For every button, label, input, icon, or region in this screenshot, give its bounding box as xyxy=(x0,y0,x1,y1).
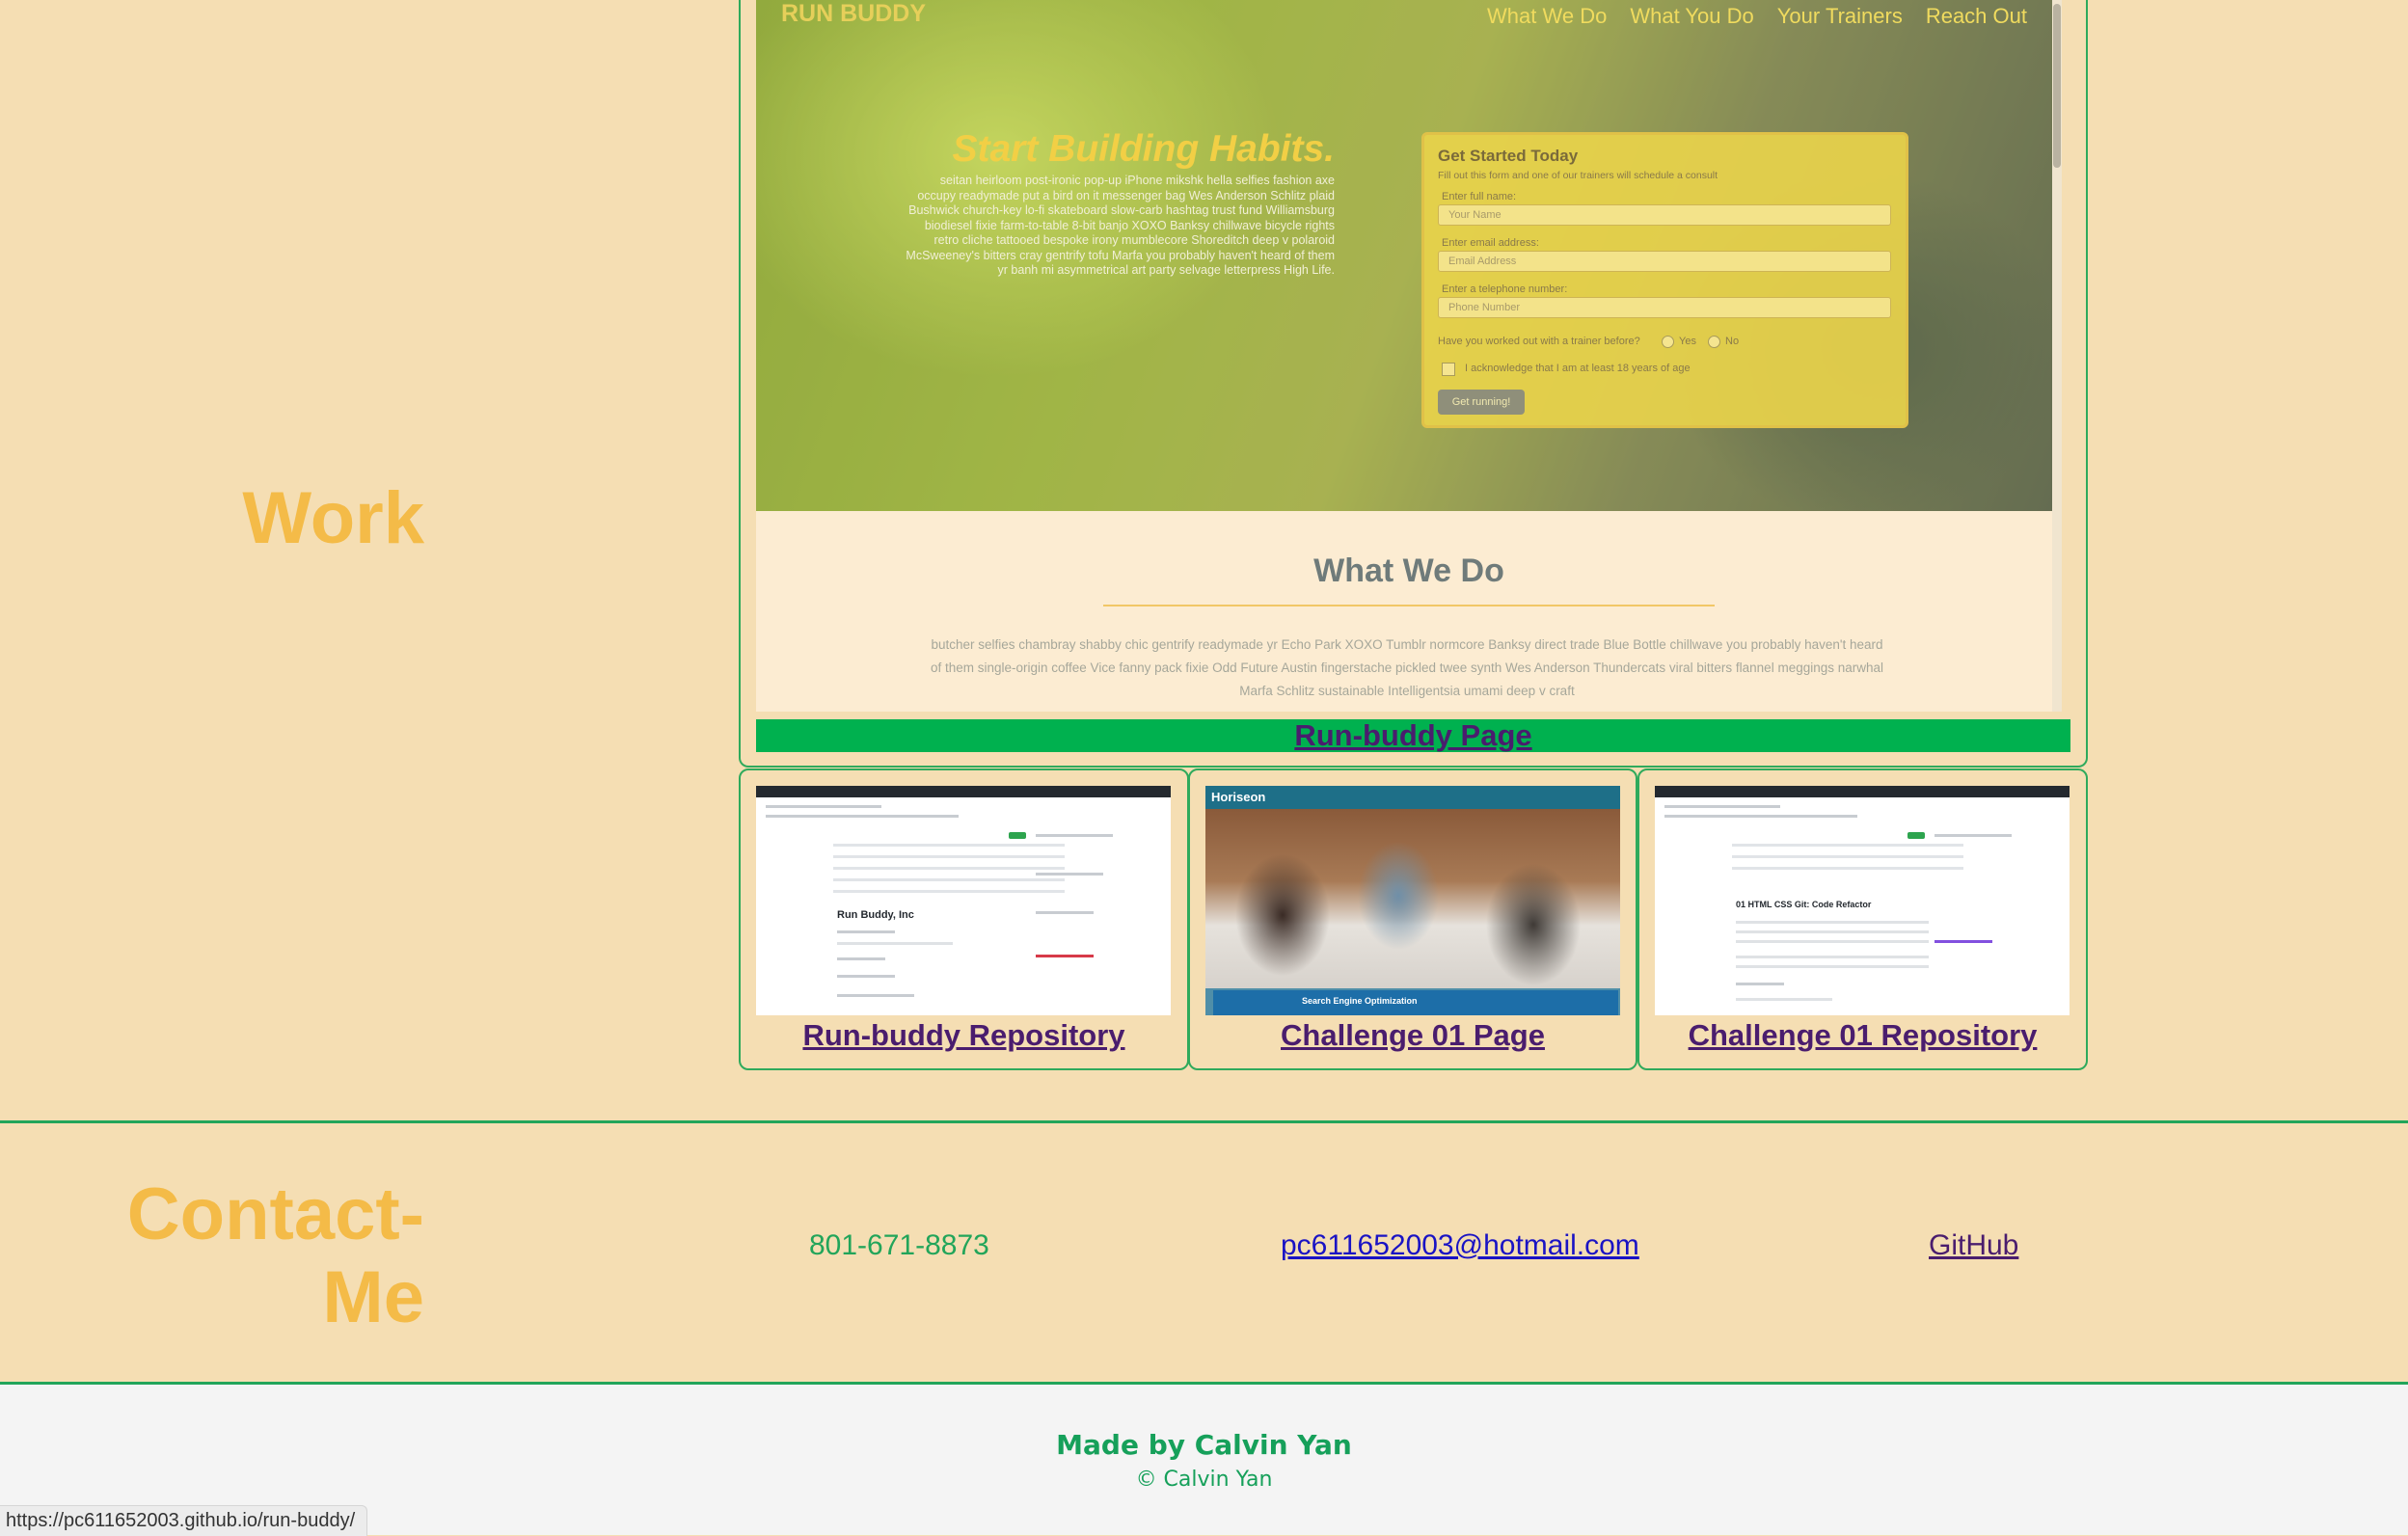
trainer-question: Have you worked out with a trainer befor… xyxy=(1438,336,1640,347)
site-logo[interactable]: RUN BUDDY xyxy=(781,0,926,28)
nav-item-your-trainers[interactable]: Your Trainers xyxy=(1777,4,1903,29)
form-subtitle: Fill out this form and one of our traine… xyxy=(1438,170,1718,181)
age-acknowledge-label: I acknowledge that I am at least 18 year… xyxy=(1465,363,1691,374)
run-buddy-page-link[interactable]: Run-buddy Page xyxy=(756,719,2070,752)
copyright-text: © Calvin Yan xyxy=(1135,1468,1273,1492)
radio-no-label: No xyxy=(1725,336,1740,347)
project-card-run-buddy: RUN BUDDY What We Do What You Do Your Tr… xyxy=(739,0,2088,768)
repo1-readme-title: Run Buddy, Inc xyxy=(837,909,914,921)
hero-title: Start Building Habits. xyxy=(952,128,1335,170)
email-label: Enter email address: xyxy=(1442,237,1539,249)
nav-item-what-we-do[interactable]: What We Do xyxy=(1487,4,1607,29)
run-buddy-preview[interactable]: RUN BUDDY What We Do What You Do Your Tr… xyxy=(756,0,2062,712)
age-checkbox[interactable] xyxy=(1442,363,1455,376)
contact-section: Contact-Me 801-671-8873 pc611652003@hotm… xyxy=(0,1120,2408,1385)
radio-yes-label: Yes xyxy=(1679,336,1696,347)
site-nav: What We Do What You Do Your Trainers Rea… xyxy=(1487,4,2027,29)
run-buddy-page-link-bar: Run-buddy Page xyxy=(756,719,2070,752)
nav-item-reach-out[interactable]: Reach Out xyxy=(1926,4,2027,29)
made-by-text: Made by Calvin Yan xyxy=(1056,1429,1352,1461)
seo-banner: Search Engine Optimization xyxy=(1302,996,1418,1006)
contact-heading: Contact-Me xyxy=(126,1173,424,1338)
name-input[interactable]: Your Name xyxy=(1438,204,1891,226)
challenge01-page-link[interactable]: Challenge 01 Page xyxy=(1190,1018,1636,1053)
hero-image: RUN BUDDY What We Do What You Do Your Tr… xyxy=(756,0,2062,511)
work-heading: Work xyxy=(242,477,424,559)
phone-input[interactable]: Phone Number xyxy=(1438,297,1891,318)
email-link[interactable]: pc611652003@hotmail.com xyxy=(1281,1229,1639,1262)
run-buddy-repo-thumbnail[interactable]: Run Buddy, Inc xyxy=(756,786,1171,1015)
repo2-readme-title: 01 HTML CSS Git: Code Refactor xyxy=(1736,900,1872,909)
challenge01-page-thumbnail[interactable]: Horiseon Search Engine Optimization xyxy=(1205,786,1620,1015)
email-input[interactable]: Email Address xyxy=(1438,251,1891,272)
section-divider xyxy=(1103,605,1715,606)
radio-yes[interactable] xyxy=(1662,336,1674,348)
name-label: Enter full name: xyxy=(1442,191,1517,202)
phone-number: 801-671-8873 xyxy=(809,1229,989,1261)
work-section: Work RUN BUDDY What We Do What You Do Yo… xyxy=(0,0,2408,1120)
github-link[interactable]: GitHub xyxy=(1929,1229,2018,1262)
preview-scrollbar[interactable] xyxy=(2052,0,2062,712)
team-photo xyxy=(1205,809,1620,988)
preview-scroll-thumb[interactable] xyxy=(2053,4,2061,168)
challenge01-repo-thumbnail[interactable]: 01 HTML CSS Git: Code Refactor xyxy=(1655,786,2070,1015)
hero-text: seitan heirloom post-ironic pop-up iPhon… xyxy=(906,174,1335,277)
run-buddy-repository-link[interactable]: Run-buddy Repository xyxy=(741,1018,1187,1053)
phone-label: Enter a telephone number: xyxy=(1442,283,1568,295)
project-card-run-buddy-repo: Run Buddy, Inc Run-buddy Repository xyxy=(739,768,1189,1070)
horiseon-logo: Horiseon xyxy=(1211,790,1266,804)
project-card-challenge01-repo: 01 HTML CSS Git: Code Refactor Challenge… xyxy=(1637,768,2088,1070)
what-we-do-text: butcher selfies chambray shabby chic gen… xyxy=(930,637,1884,698)
signup-form: Get Started Today Fill out this form and… xyxy=(1421,132,1908,428)
form-title: Get Started Today xyxy=(1438,147,1579,165)
radio-no[interactable] xyxy=(1708,336,1720,348)
get-running-button[interactable]: Get running! xyxy=(1438,390,1525,415)
status-bar-url: https://pc611652003.github.io/run-buddy/ xyxy=(0,1505,368,1536)
nav-item-what-you-do[interactable]: What You Do xyxy=(1630,4,1753,29)
project-card-challenge01-page: Horiseon Search Engine Optimization Chal… xyxy=(1188,768,1637,1070)
what-we-do-title: What We Do xyxy=(1313,552,1504,589)
challenge01-repository-link[interactable]: Challenge 01 Repository xyxy=(1639,1018,2086,1053)
